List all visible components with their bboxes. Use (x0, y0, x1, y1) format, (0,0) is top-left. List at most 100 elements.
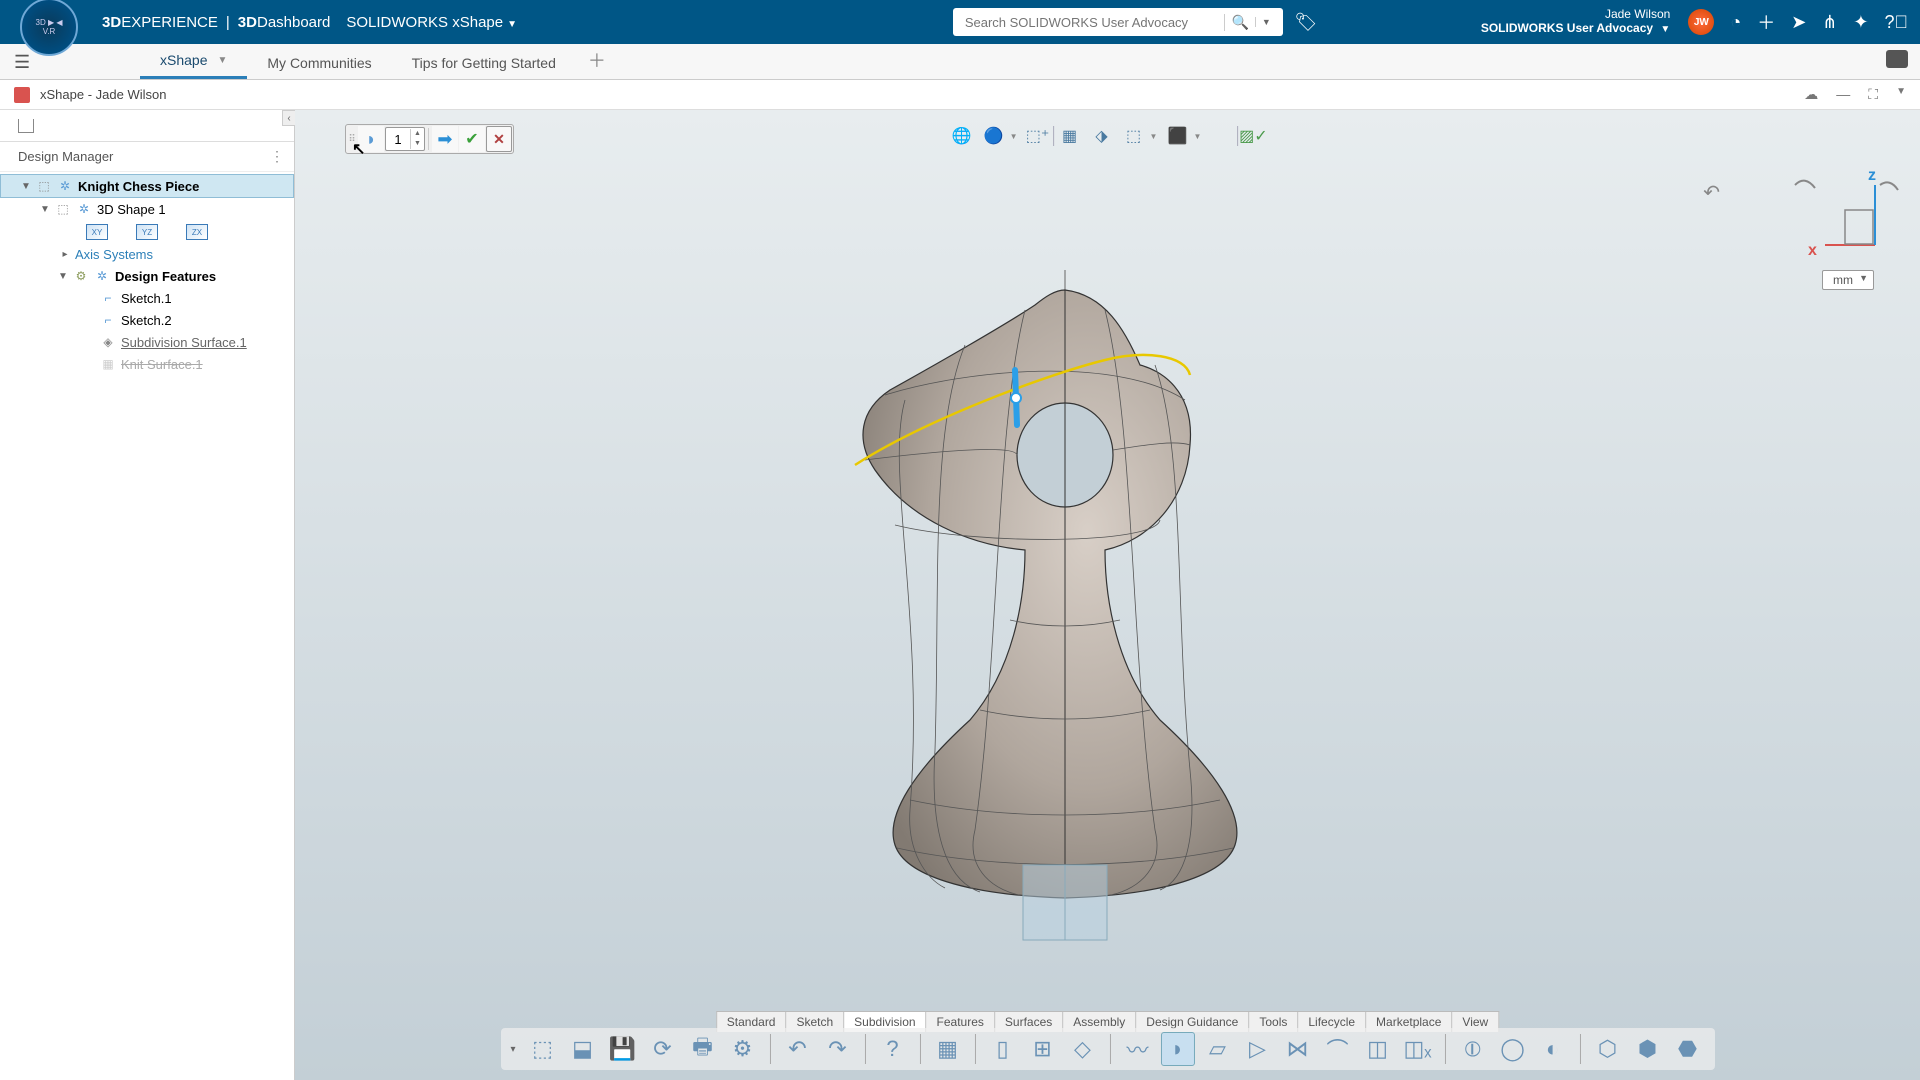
doc-actions: ☁ — ⛶ ▼ (1804, 86, 1906, 103)
loop-icon[interactable]: ◗ (358, 126, 384, 152)
tree-subdiv[interactable]: ◈ Subdivision Surface.1 (0, 331, 294, 353)
add-icon[interactable]: ＋ (1757, 9, 1775, 35)
fit-view-icon[interactable]: ⬚⁺ (1026, 124, 1050, 148)
tool-cylinder-icon[interactable]: ▯ (986, 1032, 1020, 1066)
tree-axis[interactable]: ▸ Axis Systems (0, 244, 294, 265)
tool-plane-icon[interactable]: ◇ (1066, 1032, 1100, 1066)
sel-dropdown-icon[interactable]: ▼ (1150, 132, 1158, 141)
search-input[interactable] (959, 15, 1225, 30)
grid-icon[interactable]: ▦ (1058, 124, 1082, 148)
tool-bevel-icon[interactable]: ▷ (1241, 1032, 1275, 1066)
tool-settings-icon[interactable]: ⚙ (726, 1032, 760, 1066)
count-input[interactable] (386, 132, 410, 147)
main-area: ‹ Design Manager ⋮ ▼ ⬚ ✲ Knight Chess Pi… (0, 110, 1920, 1080)
shape-icon: ⬚ (55, 201, 71, 217)
tool-curve-icon[interactable]: 〰 (1121, 1032, 1155, 1066)
tree-features-label: Design Features (115, 269, 216, 284)
tool-save-icon[interactable]: 💾 (606, 1032, 640, 1066)
units-select[interactable]: mm (1822, 270, 1874, 290)
spinner: ▲ ▼ (410, 129, 424, 149)
model-canvas[interactable] (765, 270, 1385, 990)
globe-dropdown-icon[interactable]: ▼ (1010, 132, 1018, 141)
brand-3d: 3D (102, 14, 121, 31)
tool-refresh-icon[interactable]: ⟳ (646, 1032, 680, 1066)
tool-extrude-icon[interactable]: ▱ (1201, 1032, 1235, 1066)
tree-root[interactable]: ▼ ⬚ ✲ Knight Chess Piece (0, 174, 294, 198)
tool-new-icon[interactable]: ⬚ (526, 1032, 560, 1066)
xy-plane-icon[interactable]: XY (86, 224, 108, 240)
help-icon[interactable]: ?⃝ (1884, 12, 1908, 33)
back-arrow-icon[interactable]: ↶ (1703, 180, 1720, 205)
tree-sketch1[interactable]: ⌐ Sketch.1 (0, 287, 294, 309)
box-dropdown-icon[interactable]: ▼ (1193, 132, 1201, 141)
tool-bend-icon[interactable]: ⌒ (1321, 1032, 1355, 1066)
tool-help-icon[interactable]: ? (876, 1032, 910, 1066)
tool-bridge-icon[interactable]: ⋈ (1281, 1032, 1315, 1066)
tree-shape[interactable]: ▼ ⬚ ✲ 3D Shape 1 (0, 198, 294, 220)
fullscreen-icon[interactable]: ⛶ (1868, 86, 1878, 103)
tree-features[interactable]: ▼ ⚙ ✲ Design Features (0, 265, 294, 287)
share-icon[interactable]: ➤ (1791, 12, 1806, 33)
collapse-icon[interactable]: ▼ (1896, 86, 1906, 103)
cloud-icon[interactable]: ☁ (1804, 86, 1818, 103)
tool-cube-icon[interactable]: ◫ (1361, 1032, 1395, 1066)
globe-solid-icon[interactable]: 🔵 (982, 124, 1006, 148)
zx-plane-icon[interactable]: ZX (186, 224, 208, 240)
selection-icon[interactable]: ⬚ (1122, 124, 1146, 148)
ok-button[interactable]: ✔ (459, 126, 485, 152)
search-dropdown-icon[interactable]: ▼ (1255, 17, 1277, 27)
chevron-down-icon[interactable]: ▼ (58, 271, 68, 282)
spin-down-icon[interactable]: ▼ (411, 139, 424, 149)
tool-delete-icon[interactable]: ◫ₓ (1401, 1032, 1435, 1066)
hamburger-icon[interactable]: ☰ (14, 52, 30, 73)
viewport[interactable]: ⠿ ◗ ▲ ▼ ➡ ✔ ✕ ↖ 🌐 🔵 ▼ ⬚⁺ ▦ ⬗ ⬚ (295, 110, 1920, 1080)
community-icon[interactable]: ✦ (1853, 12, 1868, 33)
sidebar-collapse[interactable]: ‹ (282, 110, 296, 126)
accept-icon[interactable]: ▨✓ (1241, 124, 1265, 148)
tool-open-icon[interactable]: ⬓ (566, 1032, 600, 1066)
apply-arrow-button[interactable]: ➡ (432, 126, 458, 152)
box-icon[interactable]: ⬛ (1165, 124, 1189, 148)
tool-undo-icon[interactable]: ↶ (781, 1032, 815, 1066)
view-triad[interactable]: x z (1790, 150, 1890, 260)
tree-sketch2[interactable]: ⌐ Sketch.2 (0, 309, 294, 331)
app-title[interactable]: SOLIDWORKS xShape▼ (346, 14, 517, 31)
tool-loop-icon[interactable]: ◗ (1161, 1032, 1195, 1066)
tool-grid-icon[interactable]: ⊞ (1026, 1032, 1060, 1066)
tool-shell-icon[interactable]: ◐ (1536, 1032, 1570, 1066)
tab-add-button[interactable]: ＋ (576, 41, 618, 79)
tool-print-icon[interactable]: 🖶 (686, 1032, 720, 1066)
chevron-down-icon[interactable]: ▼ (40, 204, 50, 215)
tool-redo-icon[interactable]: ↷ (821, 1032, 855, 1066)
chevron-down-icon[interactable]: ▼ (21, 181, 31, 192)
tree-view-icon[interactable] (18, 119, 34, 133)
toolbar-dropdown-icon[interactable]: ▾ (510, 1044, 515, 1055)
chevron-right-icon[interactable]: ▸ (60, 249, 70, 260)
drag-handle-icon[interactable]: ⠿ (347, 134, 357, 145)
tab-xshape[interactable]: xShape▼ (140, 44, 247, 79)
chat-icon[interactable] (1886, 50, 1908, 68)
notifications-icon[interactable]: ◔ (1730, 12, 1741, 33)
collab-icon[interactable]: ⋔ (1822, 12, 1837, 33)
tree-knit[interactable]: ▦ Knit Surface.1 (0, 353, 294, 375)
yz-plane-icon[interactable]: YZ (136, 224, 158, 240)
cancel-button[interactable]: ✕ ↖ (486, 126, 512, 152)
user-info[interactable]: Jade Wilson SOLIDWORKS User Advocacy ▼ (1481, 7, 1671, 37)
tool-box-icon[interactable]: ▦ (931, 1032, 965, 1066)
minimize-icon[interactable]: — (1836, 86, 1850, 103)
globe-outline-icon[interactable]: 🌐 (950, 124, 974, 148)
tab-tips[interactable]: Tips for Getting Started (392, 47, 576, 79)
search-icon[interactable]: 🔍 (1224, 14, 1254, 31)
tag-icon[interactable]: 🏷 (1291, 12, 1321, 33)
kebab-menu-icon[interactable]: ⋮ (270, 148, 284, 165)
user-avatar[interactable]: JW (1688, 9, 1714, 35)
spin-up-icon[interactable]: ▲ (411, 129, 424, 139)
tab-communities[interactable]: My Communities (247, 47, 391, 79)
tool-sphere-icon[interactable]: ◯ (1496, 1032, 1530, 1066)
tool-solid-icon[interactable]: ⬣ (1671, 1032, 1705, 1066)
compass-button[interactable]: 3D ▶ ◀V.R (20, 0, 78, 56)
tool-wireframe-icon[interactable]: ⬡ (1591, 1032, 1625, 1066)
axis-icon[interactable]: ⬗ (1090, 124, 1114, 148)
tool-cage-icon[interactable]: ⬢ (1631, 1032, 1665, 1066)
tool-symmetry-icon[interactable]: ⦶ (1456, 1032, 1490, 1066)
